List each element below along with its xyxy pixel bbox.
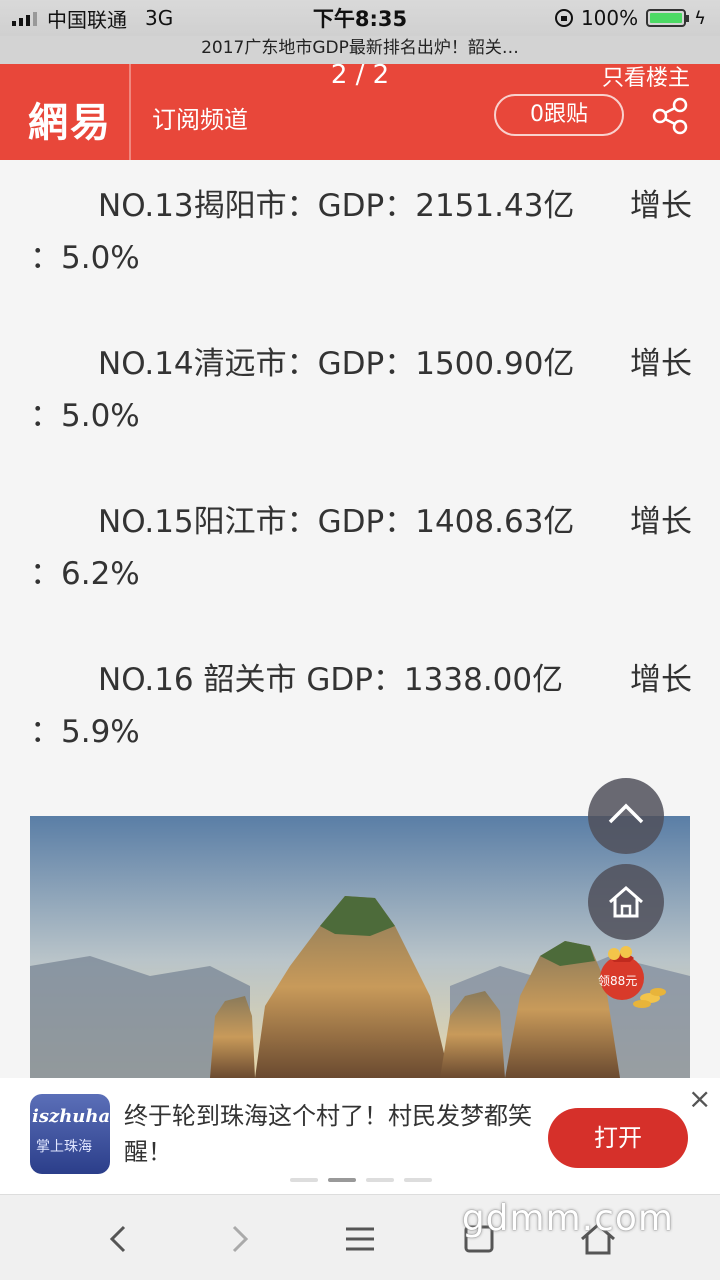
header-divider <box>129 64 131 160</box>
forward-icon[interactable] <box>216 1217 260 1261</box>
red-packet-label: 领88元 <box>598 974 638 988</box>
ad-logo-text: iszhuhai <box>32 1106 110 1127</box>
gdp-growth-value: ：5.9% <box>30 714 140 750</box>
app-header: 2 / 2 只看楼主 網易 订阅频道 0跟贴 <box>0 60 720 160</box>
only-op-button[interactable]: 只看楼主 <box>602 60 690 92</box>
ad-close-icon[interactable]: × <box>688 1082 711 1115</box>
ad-headline[interactable]: 终于轮到珠海这个村了！村民发梦都笑醒！ <box>124 1098 534 1170</box>
gdp-entry-text: NO.16 韶关市 GDP：1338.00亿 <box>98 662 564 698</box>
red-packet-badge[interactable]: 领88元 <box>592 946 668 1010</box>
charging-icon: ϟ <box>694 7 706 29</box>
scroll-top-button[interactable] <box>588 778 664 854</box>
gdp-growth-label: 增长 <box>630 188 692 224</box>
ad-banner[interactable]: iszhuhai 掌上珠海 终于轮到珠海这个村了！村民发梦都笑醒！ 打开 × <box>0 1078 720 1194</box>
share-icon[interactable] <box>650 96 690 136</box>
netease-logo[interactable]: 網易 <box>28 90 112 148</box>
gdp-growth-value: ：6.2% <box>30 556 140 592</box>
home-button[interactable] <box>588 864 664 940</box>
ad-app-logo[interactable]: iszhuhai 掌上珠海 <box>30 1094 110 1174</box>
gdp-entry: NO.16 韶关市 GDP：1338.00亿 增长 ：5.9% <box>28 654 692 758</box>
gdp-growth-value: ：5.0% <box>30 240 140 276</box>
home-icon <box>609 886 643 918</box>
gdp-growth-label: 增长 <box>630 504 692 540</box>
article-image[interactable] <box>30 816 690 1078</box>
battery-icon <box>646 9 690 27</box>
watermark: gdmm.com <box>461 1198 674 1239</box>
gdp-growth-value: ：5.0% <box>30 398 140 434</box>
gdp-entry-text: NO.15阳江市：GDP：1408.63亿 <box>98 504 575 540</box>
comments-button[interactable]: 0跟贴 <box>494 94 624 136</box>
article-body: NO.13揭阳市：GDP：2151.43亿 增长 ：5.0% NO.14清远市：G… <box>28 180 692 812</box>
gdp-entry-text: NO.13揭阳市：GDP：2151.43亿 <box>98 188 575 224</box>
back-icon[interactable] <box>98 1217 142 1261</box>
battery-percent: 100% <box>580 6 639 30</box>
chevron-up-icon <box>608 803 644 824</box>
gdp-entry: NO.15阳江市：GDP：1408.63亿 增长 ：6.2% <box>28 496 692 600</box>
gdp-growth-label: 增长 <box>630 346 692 382</box>
status-bar: 中国联通 3G 下午8:35 100% ϟ <box>0 0 720 36</box>
ad-logo-subtext: 掌上珠海 <box>36 1139 92 1155</box>
rotation-lock-icon <box>554 9 573 27</box>
mountain-landscape-image <box>30 816 690 1078</box>
gdp-entry: NO.14清远市：GDP：1500.90亿 增长 ：5.0% <box>28 338 692 442</box>
menu-icon[interactable] <box>338 1217 382 1261</box>
gdp-growth-label: 增长 <box>630 662 692 698</box>
subscribe-channel-button[interactable]: 订阅频道 <box>152 100 248 135</box>
ad-pagination <box>290 1178 432 1182</box>
gdp-entry-text: NO.14清远市：GDP：1500.90亿 <box>98 346 575 382</box>
gdp-entry: NO.13揭阳市：GDP：2151.43亿 增长 ：5.0% <box>28 180 692 284</box>
status-right: 100% ϟ <box>554 6 706 30</box>
ad-open-button[interactable]: 打开 <box>548 1108 688 1168</box>
